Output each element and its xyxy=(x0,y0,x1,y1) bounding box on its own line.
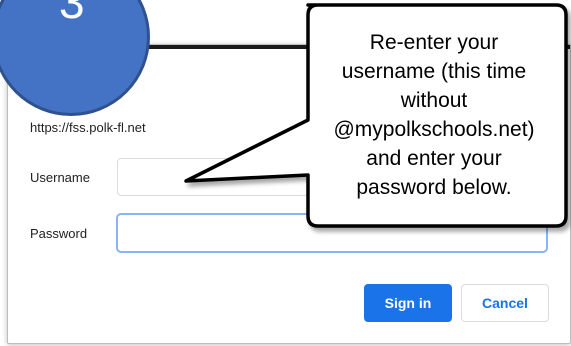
callout-line: without xyxy=(400,89,468,112)
callout-line: username (this time xyxy=(341,60,527,83)
callout-line: password below. xyxy=(356,176,512,199)
callout-text: Re-enter your username (this time withou… xyxy=(302,28,566,202)
callout-line: @mypolkschools.net) xyxy=(333,118,535,141)
callout-line: and enter your xyxy=(366,147,502,170)
callout-line: Re-enter your xyxy=(369,31,499,54)
